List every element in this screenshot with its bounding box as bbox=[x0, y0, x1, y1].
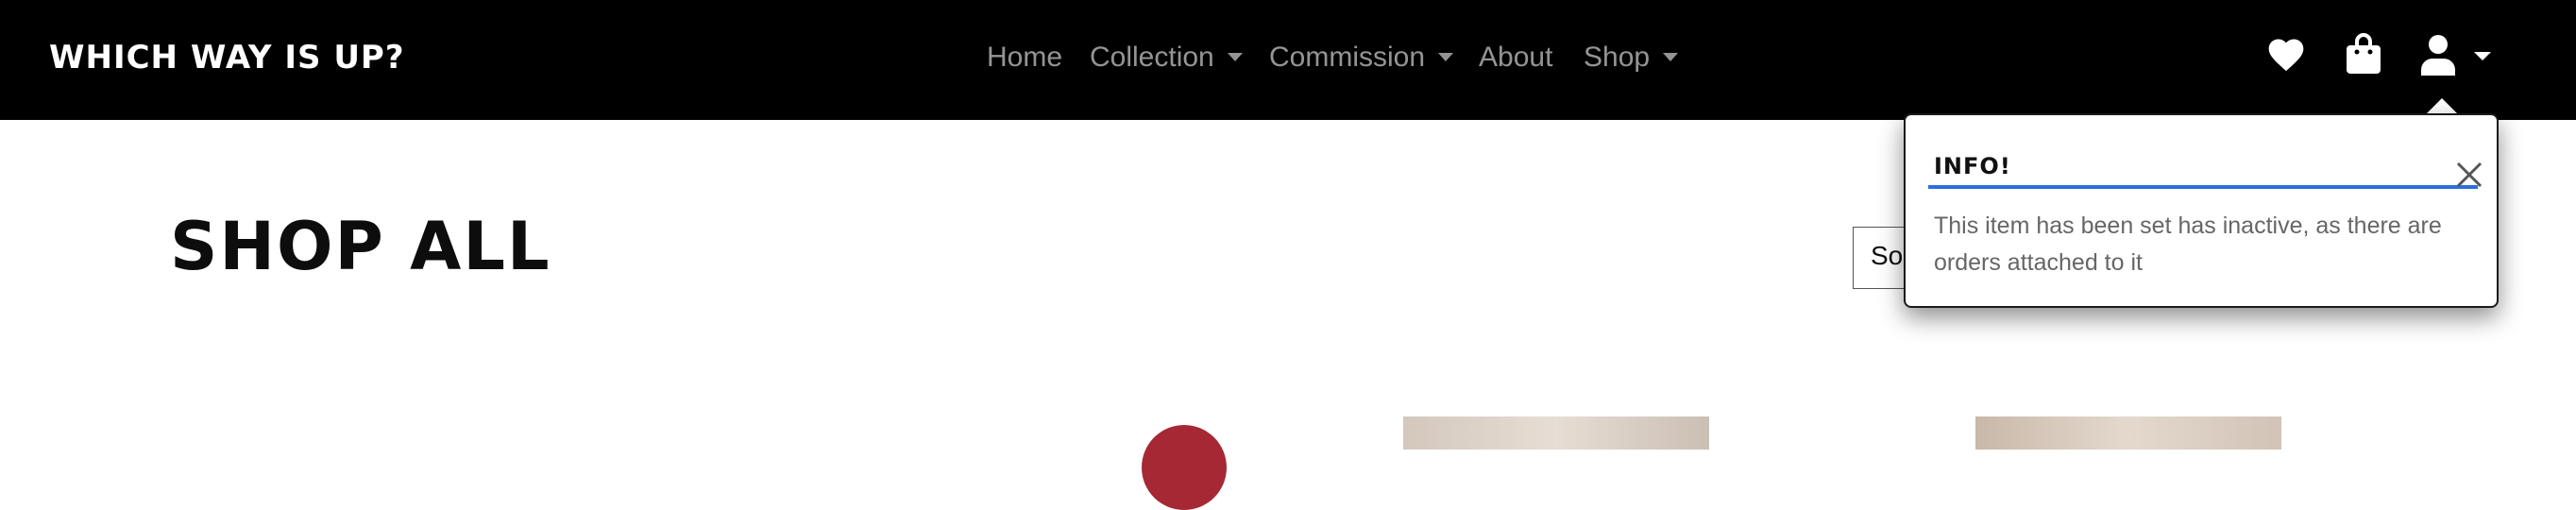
nav-about[interactable]: About bbox=[1479, 0, 1552, 115]
nav-home-label: Home bbox=[987, 42, 1063, 73]
close-icon[interactable] bbox=[2455, 161, 2483, 193]
info-toast: Info! This item has been set has inactiv… bbox=[1904, 113, 2499, 308]
nav-collection[interactable]: Collection bbox=[1090, 0, 1243, 115]
page-title: Shop All bbox=[170, 208, 551, 285]
user-menu-caret-icon[interactable] bbox=[2474, 52, 2491, 60]
nav-collection-label: Collection bbox=[1090, 42, 1214, 73]
sort-select-value: So bbox=[1871, 241, 1904, 270]
nav-shop[interactable]: Shop bbox=[1584, 0, 1679, 115]
nav-about-label: About bbox=[1479, 42, 1553, 73]
product-badge bbox=[1142, 425, 1227, 510]
navbar: Which Way Is Up? Home Collection Commiss… bbox=[0, 0, 2576, 120]
toast-title: Info! bbox=[1934, 153, 2011, 179]
nav-home[interactable]: Home bbox=[987, 0, 1062, 115]
product-image[interactable] bbox=[1975, 416, 2281, 450]
product-image[interactable] bbox=[1403, 416, 1709, 450]
nav-shop-label: Shop bbox=[1584, 42, 1651, 73]
nav-links: Home Collection Commission About Shop bbox=[0, 0, 2576, 120]
nav-commission-label: Commission bbox=[1269, 42, 1426, 73]
chevron-down-icon bbox=[1663, 53, 1679, 61]
heart-icon[interactable] bbox=[2265, 34, 2307, 79]
chevron-down-icon bbox=[1438, 53, 1454, 61]
shopping-bag-icon[interactable] bbox=[2345, 32, 2382, 79]
nav-commission[interactable]: Commission bbox=[1269, 0, 1454, 115]
toast-message: This item has been set has inactive, as … bbox=[1934, 212, 2442, 276]
user-icon[interactable] bbox=[2419, 34, 2457, 79]
toast-header: Info! bbox=[1928, 136, 2483, 189]
chevron-down-icon bbox=[1227, 53, 1243, 61]
